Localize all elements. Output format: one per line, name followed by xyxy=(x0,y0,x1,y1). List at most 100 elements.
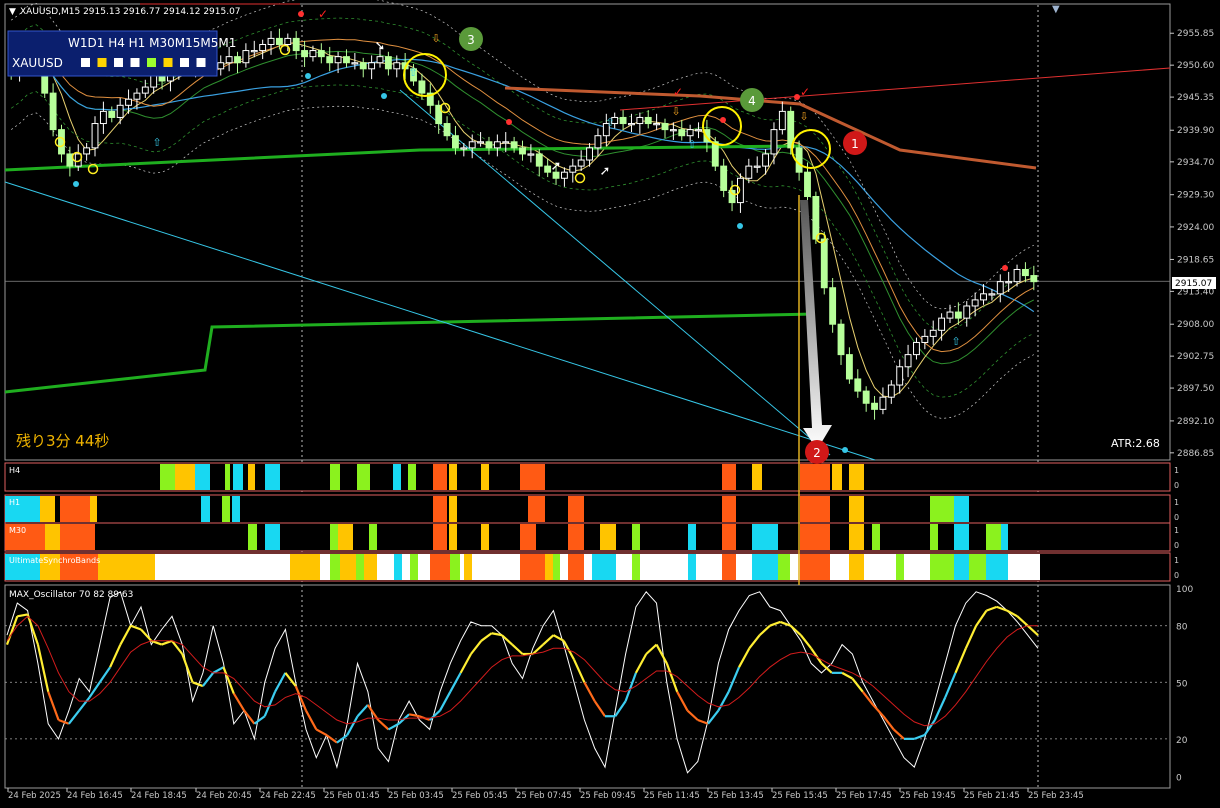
candle-body xyxy=(141,86,149,94)
candle-body xyxy=(586,147,593,161)
candle-body xyxy=(829,287,837,325)
band-segment xyxy=(232,496,240,522)
band-segment xyxy=(600,524,616,550)
chart-window: ⇧⇧⇧⇧⇧⇧⇩⇩⇩➘➚➚✓✓✓▼ 2955.852950.602945.3529… xyxy=(0,0,1220,808)
candle-body xyxy=(477,141,485,144)
oscillator-signal-segment xyxy=(119,625,132,646)
oscillator-signal-segment xyxy=(192,681,204,688)
oscillator-signal-segment xyxy=(645,643,658,655)
band-segment xyxy=(632,524,640,550)
band-segment xyxy=(430,554,450,580)
status-cell xyxy=(130,58,140,67)
band-segment xyxy=(592,554,616,580)
price-tick-label: 2918.65 xyxy=(1177,255,1214,265)
candle-body xyxy=(1005,281,1013,284)
ma-line xyxy=(10,42,1034,398)
oscillator-signal-segment xyxy=(933,696,947,721)
oscillator-signal-segment xyxy=(470,640,483,655)
chart-canvas[interactable]: ⇧⇧⇧⇧⇧⇧⇩⇩⇩➘➚➚✓✓✓▼ 2955.852950.602945.3529… xyxy=(0,0,1220,808)
candle-body xyxy=(862,390,870,404)
candle-body xyxy=(661,123,669,131)
sell-flag-icon: ✓ xyxy=(673,85,683,99)
candle-body xyxy=(301,50,308,58)
oscillator-signal-segment xyxy=(964,625,978,649)
band-segment xyxy=(722,524,736,550)
candle-body xyxy=(284,37,292,45)
band-segment xyxy=(752,554,762,580)
band-row-label: H1 xyxy=(9,498,20,507)
oscillator-signal-segment xyxy=(872,704,885,717)
candle-body xyxy=(234,56,241,64)
oscillator-signal-segment xyxy=(954,647,967,674)
candle-body xyxy=(653,123,661,126)
svg-text:3: 3 xyxy=(467,33,475,47)
oscillator-signal-segment xyxy=(748,634,761,650)
band-segment xyxy=(330,554,340,580)
candle-body xyxy=(644,116,652,125)
badge-3: 3 xyxy=(459,27,483,51)
time-tick-label: 24 Feb 16:45 xyxy=(67,791,123,801)
atr-label: ATR:2.68 xyxy=(1111,437,1160,450)
band-tick-label: 0 xyxy=(1174,513,1179,522)
band-segment xyxy=(986,524,1001,550)
band-segment xyxy=(930,554,954,580)
band-segment xyxy=(872,524,880,550)
candle-body xyxy=(317,50,325,58)
candle-body xyxy=(99,110,107,125)
candle-body xyxy=(971,299,979,307)
oscillator-signal-segment xyxy=(986,605,998,612)
candle-body xyxy=(1021,268,1029,277)
band-segment xyxy=(40,496,55,522)
band-segment xyxy=(481,524,489,550)
oscillator-signal-segment xyxy=(727,666,741,693)
candle-body xyxy=(343,56,350,64)
oscillator-signal-segment xyxy=(459,653,472,674)
band-segment xyxy=(290,554,320,580)
band-segment xyxy=(45,524,60,550)
price-axis[interactable]: 2955.85 2950.60 2945.35 2939.90 2934.70 2929.… xyxy=(1170,29,1214,459)
status-cell xyxy=(97,58,107,67)
sell-flag-icon: ✓ xyxy=(318,7,328,21)
candle-body xyxy=(150,74,158,88)
candle-body xyxy=(628,123,635,126)
band-segment xyxy=(338,524,353,550)
candle-body xyxy=(359,62,367,70)
collapse-arrow-icon[interactable]: ▼ xyxy=(9,7,16,17)
band-segment xyxy=(849,496,864,522)
oscillator-signal-segment xyxy=(36,644,50,692)
candle-body xyxy=(812,196,820,240)
time-axis[interactable]: 24 Feb 2025 24 Feb 16:45 24 Feb 18:45 24 Fe… xyxy=(7,788,1084,801)
band-segment xyxy=(969,554,986,580)
cyan-trendline xyxy=(4,181,876,461)
candle-body xyxy=(560,171,568,179)
signal-dot xyxy=(298,11,304,17)
status-cell xyxy=(147,58,156,67)
candle-body xyxy=(49,92,57,131)
band-segment xyxy=(60,496,90,522)
band-segment xyxy=(449,496,457,522)
oscillator-signal-segment xyxy=(181,653,194,683)
candle-body xyxy=(871,402,878,410)
time-tick-label: 25 Feb 17:45 xyxy=(836,791,892,801)
candle-body xyxy=(502,141,510,144)
band-segment xyxy=(408,464,416,490)
band-segment xyxy=(688,554,696,580)
oscillator-signal-segment xyxy=(17,613,28,618)
oscillator-signal-segment xyxy=(655,644,668,664)
candle-body xyxy=(334,56,342,64)
up-arrow-icon: ⇧ xyxy=(152,136,161,149)
long-ma-line xyxy=(4,312,816,394)
band-segment xyxy=(752,524,762,550)
price-tick-label: 2950.60 xyxy=(1177,61,1214,71)
badge-1: 1 xyxy=(843,131,867,155)
candle-body xyxy=(292,37,300,52)
candle-body xyxy=(510,141,518,149)
candle-body xyxy=(946,311,954,319)
band-segment xyxy=(568,496,584,522)
band-segment xyxy=(340,554,356,580)
oscillator-signal-segment xyxy=(738,647,751,668)
oscillator-signal-segment xyxy=(26,614,39,645)
oscillator-signal-segment xyxy=(202,672,215,687)
candle-body xyxy=(418,80,426,94)
candle-body xyxy=(921,335,929,343)
